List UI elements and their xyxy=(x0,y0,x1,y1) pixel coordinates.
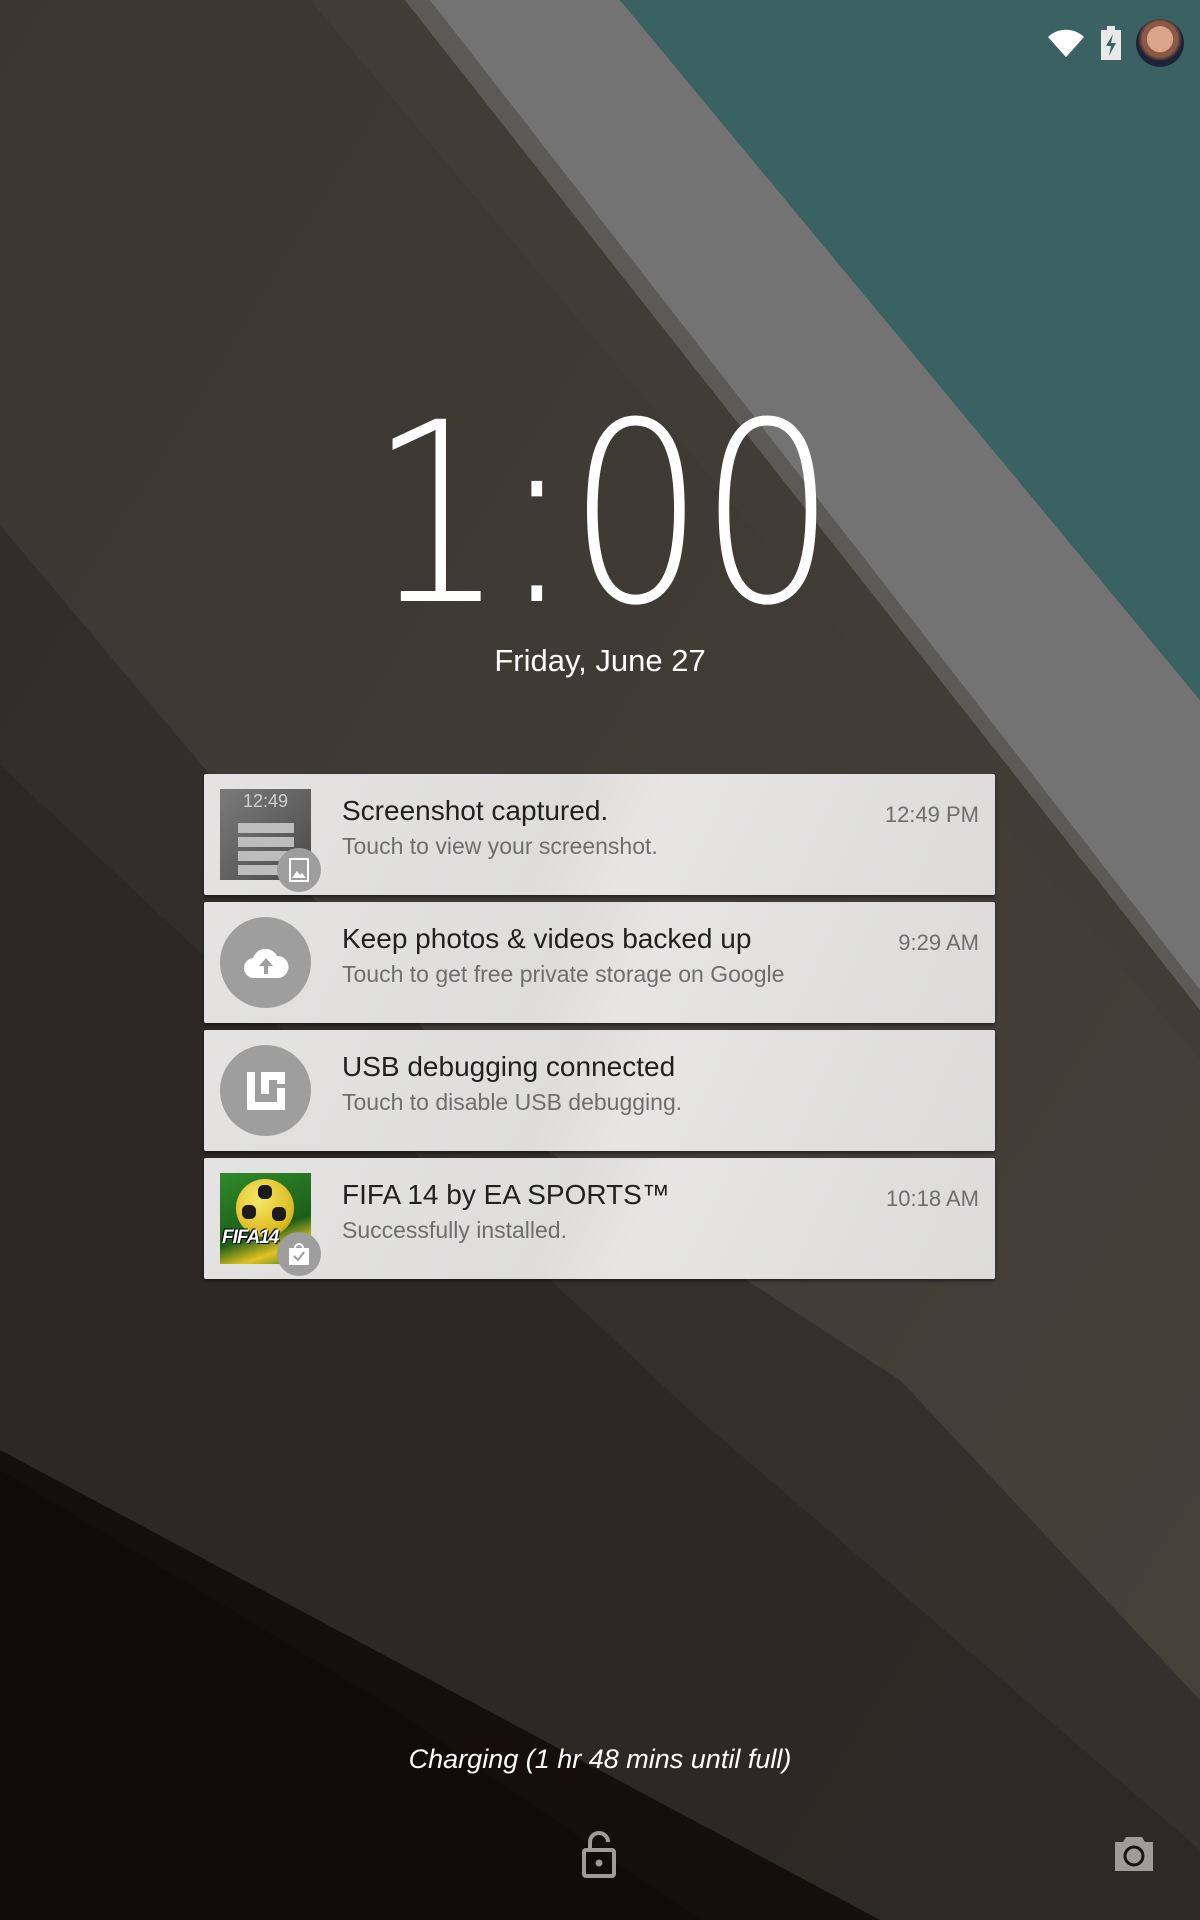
notification-text: Touch to get free private storage on Goo… xyxy=(342,961,785,987)
unlock-icon[interactable] xyxy=(580,1830,620,1880)
notification-time: 9:29 AM xyxy=(898,930,979,955)
notification-title: Keep photos & videos backed up xyxy=(342,923,752,954)
notification-title: USB debugging connected xyxy=(342,1051,676,1082)
notification-screenshot[interactable]: 12:49 Screenshot captured. Touch to view… xyxy=(204,774,995,895)
notification-time: 10:18 AM xyxy=(886,1186,979,1211)
play-store-bag-icon xyxy=(277,1232,321,1276)
notification-title: FIFA 14 by EA SPORTS™ xyxy=(342,1179,670,1210)
lockscreen-date: Friday, June 27 xyxy=(494,643,706,678)
wifi-icon xyxy=(1046,27,1086,59)
image-icon xyxy=(277,848,321,892)
status-bar xyxy=(1046,18,1184,68)
cloud-upload-icon xyxy=(220,917,311,1008)
notification-text: Touch to view your screenshot. xyxy=(342,833,658,859)
battery-charging-icon xyxy=(1100,26,1122,60)
notification-text: Successfully installed. xyxy=(342,1217,567,1243)
notification-text: Touch to disable USB debugging. xyxy=(342,1089,683,1115)
lockscreen-clock: 1:00 xyxy=(368,369,836,660)
notification-photo-backup[interactable]: Keep photos & videos backed up Touch to … xyxy=(204,902,995,1023)
notification-list: 12:49 Screenshot captured. Touch to view… xyxy=(204,774,995,1286)
notification-usb-debugging[interactable]: USB debugging connected Touch to disable… xyxy=(204,1030,995,1151)
notification-title: Screenshot captured. xyxy=(342,795,609,826)
usb-debugging-icon xyxy=(220,1045,311,1136)
thumbnail-time: 12:49 xyxy=(242,791,289,811)
user-avatar[interactable] xyxy=(1136,19,1184,67)
notification-time: 12:49 PM xyxy=(884,802,979,827)
charging-status: Charging (1 hr 48 mins until full) xyxy=(408,1744,792,1774)
fifa-logo-text: FIFA14 xyxy=(222,1227,279,1248)
notification-fifa-installed[interactable]: FIFA14 FIFA 14 by EA SPORTS™ Successfull… xyxy=(204,1158,995,1279)
camera-icon[interactable] xyxy=(1113,1833,1155,1873)
